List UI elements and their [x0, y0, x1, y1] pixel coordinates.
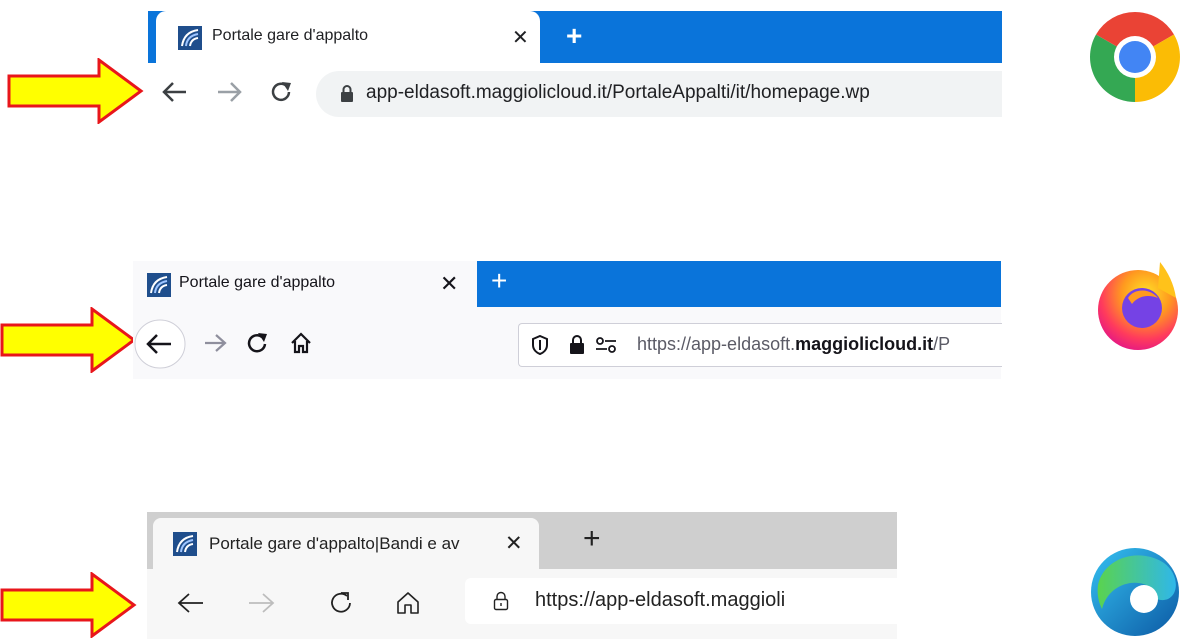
back-arrow-icon[interactable] — [133, 318, 187, 370]
site-favicon-icon — [147, 273, 171, 297]
address-bar[interactable]: app-eldasoft.maggiolicloud.it/PortaleApp… — [316, 71, 1002, 117]
new-tab-button[interactable]: + — [491, 265, 507, 297]
edge-tab-bar: Portale gare d'appalto|Bandi e av ✕ + — [147, 512, 897, 569]
forward-arrow-icon[interactable] — [203, 333, 227, 353]
tab-title: Portale gare d'appalto — [212, 27, 369, 44]
reload-icon[interactable] — [245, 331, 269, 355]
chrome-tab-bar: Portale gare d'appalto ✕ + — [148, 11, 1002, 63]
firefox-toolbar: https://app-eldasoft.maggiolicloud.it/P — [133, 307, 1002, 379]
pointer-arrow-firefox — [0, 307, 137, 373]
new-tab-button[interactable]: + — [583, 522, 601, 556]
url-text: https://app-eldasoft.maggioli — [535, 589, 786, 611]
url-text: https://app-eldasoft.maggiolicloud.it/P — [637, 334, 951, 354]
lock-icon[interactable] — [340, 85, 354, 102]
edge-tab[interactable]: Portale gare d'appalto|Bandi e av ✕ — [153, 518, 539, 569]
home-icon[interactable] — [395, 590, 421, 616]
address-bar[interactable]: https://app-eldasoft.maggioli — [465, 578, 897, 624]
pointer-arrow-chrome — [7, 58, 144, 124]
chrome-toolbar: app-eldasoft.maggiolicloud.it/PortaleApp… — [148, 63, 1002, 121]
firefox-tab[interactable]: Portale gare d'appalto ✕ — [133, 261, 477, 307]
permissions-icon[interactable] — [595, 336, 617, 354]
address-bar[interactable]: https://app-eldasoft.maggiolicloud.it/P — [518, 323, 1002, 367]
chrome-logo-icon — [1090, 12, 1180, 102]
firefox-logo-icon — [1098, 262, 1178, 350]
tab-close-button[interactable]: ✕ — [505, 531, 523, 556]
chrome-tab[interactable]: Portale gare d'appalto ✕ — [156, 11, 540, 63]
new-tab-button[interactable]: + — [566, 20, 582, 52]
back-arrow-icon[interactable] — [177, 592, 205, 614]
tab-title: Portale gare d'appalto|Bandi e av — [209, 534, 460, 553]
forward-arrow-icon[interactable] — [247, 592, 275, 614]
back-arrow-icon[interactable] — [162, 81, 188, 103]
edge-logo-icon — [1091, 548, 1179, 636]
tab-close-button[interactable]: ✕ — [440, 271, 458, 297]
reload-icon[interactable] — [327, 589, 355, 617]
tab-close-button[interactable]: ✕ — [512, 25, 529, 50]
chrome-browser-window: Portale gare d'appalto ✕ + app-eldasoft.… — [148, 11, 1002, 121]
firefox-tab-bar: Portale gare d'appalto ✕ + — [133, 261, 1001, 307]
lock-icon[interactable] — [493, 591, 509, 611]
home-icon[interactable] — [289, 331, 313, 355]
shield-icon[interactable] — [531, 335, 549, 355]
site-favicon-icon — [178, 26, 202, 50]
tab-title: Portale gare d'appalto — [179, 274, 336, 291]
lock-icon[interactable] — [569, 335, 585, 354]
edge-browser-window: Portale gare d'appalto|Bandi e av ✕ + ht… — [147, 512, 897, 639]
firefox-browser-window: Portale gare d'appalto ✕ + https://app-e… — [133, 261, 1002, 379]
forward-arrow-icon[interactable] — [216, 81, 242, 103]
edge-toolbar: https://app-eldasoft.maggioli — [147, 569, 897, 639]
pointer-arrow-edge — [0, 572, 137, 638]
url-text: app-eldasoft.maggiolicloud.it/PortaleApp… — [366, 82, 870, 103]
site-favicon-icon — [173, 532, 197, 556]
reload-icon[interactable] — [268, 79, 294, 105]
tab-strip-empty-area: + — [477, 261, 1001, 307]
